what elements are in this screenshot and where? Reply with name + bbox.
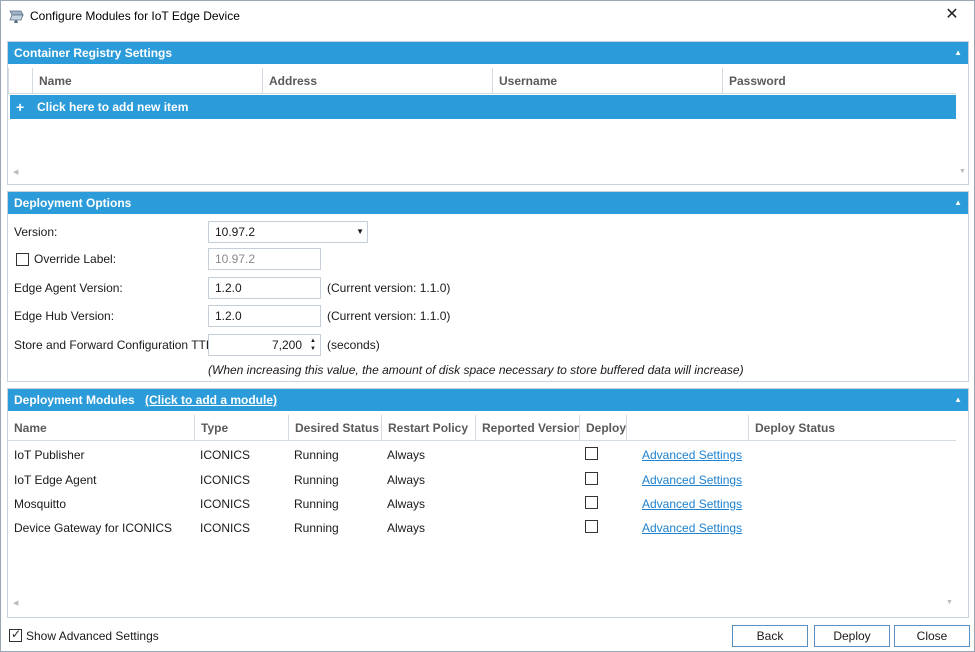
col-header-settings[interactable]: [626, 415, 748, 441]
col-header-password[interactable]: Password: [722, 68, 954, 94]
app-icon: [9, 10, 24, 23]
col-header-name[interactable]: Name: [32, 68, 262, 94]
col-header-reported-version[interactable]: Reported Version: [475, 415, 579, 441]
col-header-restart-policy[interactable]: Restart Policy: [381, 415, 475, 441]
deploy-checkbox[interactable]: [585, 447, 598, 460]
override-label-input: 10.97.2: [208, 248, 321, 270]
scroll-down-icon[interactable]: ▼: [946, 599, 953, 606]
module-desired-status: Running: [294, 448, 339, 462]
edge-hub-version-label: Edge Hub Version:: [14, 309, 115, 323]
edge-hub-current-version: (Current version: 1.1.0): [327, 309, 451, 323]
module-restart-policy: Always: [387, 473, 426, 487]
module-name: Device Gateway for ICONICS: [14, 521, 173, 535]
spinner-icon[interactable]: ▲ ▼: [308, 337, 318, 353]
override-label-checkbox[interactable]: [16, 253, 29, 266]
col-header-deploy[interactable]: Deploy: [579, 415, 626, 441]
col-header-address[interactable]: Address: [262, 68, 492, 94]
deployment-options-panel: Deployment Options ▲ Version: 10.97.2 ▼ …: [7, 191, 969, 382]
chevron-down-icon: ▼: [356, 227, 364, 236]
ttl-label: Store and Forward Configuration TTL:: [14, 338, 216, 352]
module-type: ICONICS: [200, 473, 251, 487]
deploy-checkbox[interactable]: [585, 472, 598, 485]
col-header-deploy-status[interactable]: Deploy Status: [748, 415, 956, 441]
registry-panel-title: Container Registry Settings: [14, 46, 173, 60]
deploy-checkbox[interactable]: [585, 496, 598, 509]
module-type: ICONICS: [200, 448, 251, 462]
deploy-checkbox[interactable]: [585, 520, 598, 533]
back-button[interactable]: Back: [732, 625, 808, 647]
deployment-modules-header: Deployment Modules (Click to add a modul…: [8, 389, 968, 411]
version-dropdown-value: 10.97.2: [215, 225, 256, 239]
edge-agent-current-version: (Current version: 1.1.0): [327, 281, 451, 295]
module-desired-status: Running: [294, 521, 339, 535]
ttl-stepper[interactable]: 7,200 ▲ ▼: [208, 334, 321, 356]
scroll-left-icon[interactable]: ◀: [13, 599, 18, 607]
col-header-desired-status[interactable]: Desired Status: [288, 415, 381, 441]
version-dropdown[interactable]: 10.97.2 ▼: [208, 221, 368, 243]
scroll-down-icon[interactable]: ▼: [959, 168, 966, 175]
collapse-icon[interactable]: ▲: [954, 192, 962, 214]
override-label-label: Override Label:: [34, 252, 117, 266]
window-title: Configure Modules for IoT Edge Device: [30, 9, 240, 23]
col-header-name[interactable]: Name: [8, 415, 194, 441]
modules-grid-header: Name Type Desired Status Restart Policy …: [8, 415, 956, 441]
registry-panel: Container Registry Settings ▲ Name Addre…: [7, 41, 969, 185]
col-header-username[interactable]: Username: [492, 68, 722, 94]
add-new-item-row[interactable]: + Click here to add new item: [10, 95, 956, 119]
module-desired-status: Running: [294, 497, 339, 511]
advanced-settings-link[interactable]: Advanced Settings: [642, 521, 742, 535]
plus-icon: +: [16, 99, 25, 115]
advanced-settings-link[interactable]: Advanced Settings: [642, 473, 742, 487]
module-name: IoT Edge Agent: [14, 473, 97, 487]
edge-agent-version-label: Edge Agent Version:: [14, 281, 123, 295]
collapse-icon[interactable]: ▲: [954, 389, 962, 411]
deployment-options-header: Deployment Options ▲: [8, 192, 968, 214]
deployment-modules-panel: Deployment Modules (Click to add a modul…: [7, 388, 969, 618]
scroll-left-icon[interactable]: ◀: [13, 168, 18, 176]
col-header-type[interactable]: Type: [194, 415, 288, 441]
ttl-value: 7,200: [271, 338, 302, 352]
registry-grid-header: Name Address Username Password: [8, 68, 956, 94]
edge-agent-version-input[interactable]: 1.2.0: [208, 277, 321, 299]
advanced-settings-link[interactable]: Advanced Settings: [642, 448, 742, 462]
module-restart-policy: Always: [387, 448, 426, 462]
edge-hub-version-input[interactable]: 1.2.0: [208, 305, 321, 327]
close-button[interactable]: Close: [894, 625, 970, 647]
add-new-item-label: Click here to add new item: [37, 100, 189, 114]
add-module-link[interactable]: (Click to add a module): [145, 389, 277, 411]
module-name: Mosquitto: [14, 497, 67, 511]
module-type: ICONICS: [200, 497, 251, 511]
module-type: ICONICS: [200, 521, 251, 535]
deployment-options-title: Deployment Options: [14, 196, 132, 210]
title-bar: Configure Modules for IoT Edge Device ✕: [1, 1, 974, 31]
show-advanced-settings-checkbox[interactable]: [9, 627, 22, 642]
module-desired-status: Running: [294, 473, 339, 487]
show-advanced-settings-label: Show Advanced Settings: [26, 629, 159, 643]
close-window-button[interactable]: ✕: [941, 5, 963, 25]
module-name: IoT Publisher: [14, 448, 85, 462]
ttl-note: (When increasing this value, the amount …: [208, 363, 744, 377]
ttl-unit: (seconds): [327, 338, 380, 352]
collapse-icon[interactable]: ▲: [954, 42, 962, 64]
version-label: Version:: [14, 225, 58, 239]
module-restart-policy: Always: [387, 497, 426, 511]
advanced-settings-link[interactable]: Advanced Settings: [642, 497, 742, 511]
registry-panel-header: Container Registry Settings ▲: [8, 42, 968, 64]
deployment-modules-title: Deployment Modules: [14, 393, 135, 407]
dialog-window: Configure Modules for IoT Edge Device ✕ …: [0, 0, 975, 652]
module-restart-policy: Always: [387, 521, 426, 535]
deploy-button[interactable]: Deploy: [814, 625, 890, 647]
row-indicator-header: [8, 68, 32, 94]
